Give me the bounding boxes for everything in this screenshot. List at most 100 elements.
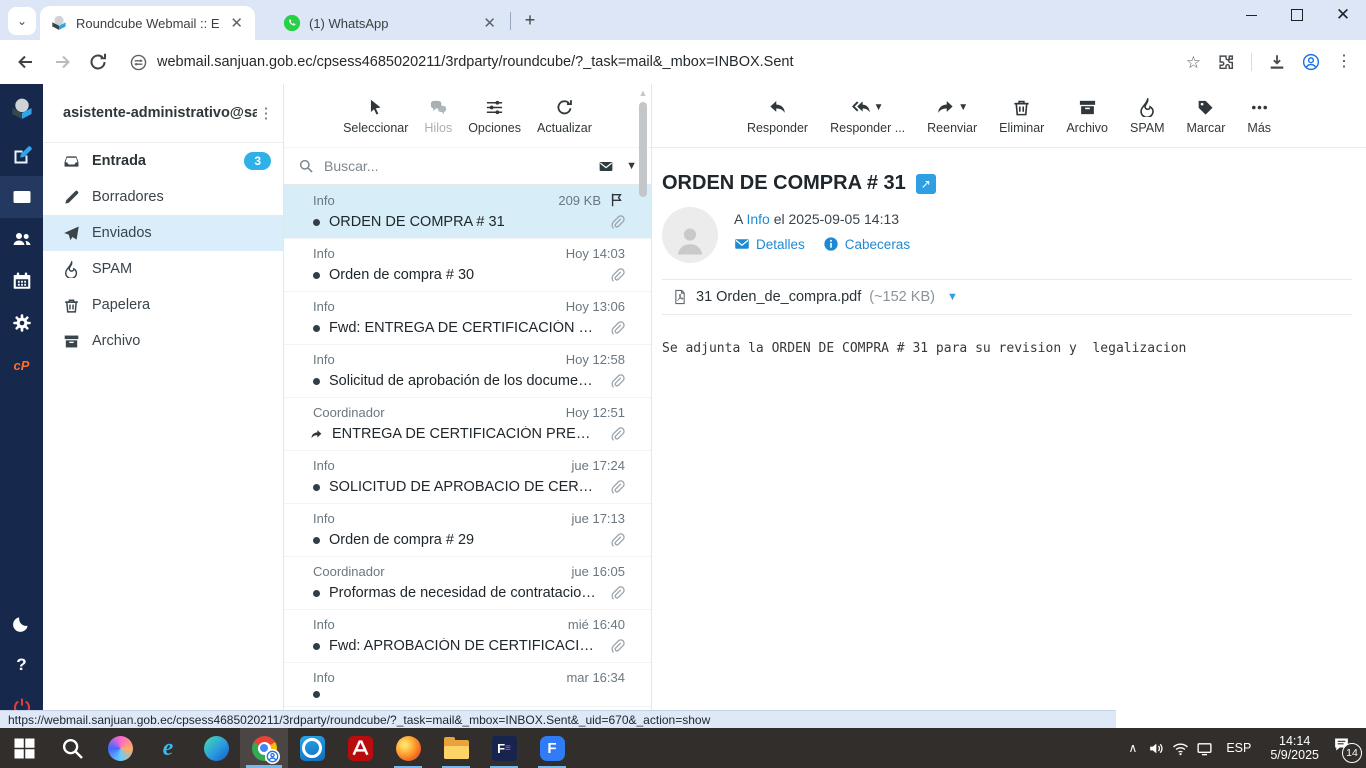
scrollbar-thumb[interactable] bbox=[639, 102, 647, 197]
mail-toolbar-trash[interactable]: Eliminar bbox=[991, 94, 1052, 139]
mail-toolbar-dots[interactable]: Más bbox=[1239, 94, 1279, 139]
attachment-menu-icon[interactable]: ▼ bbox=[947, 291, 958, 303]
search-options-chevron-icon[interactable]: ▼ bbox=[626, 160, 637, 172]
clock[interactable]: 14:14 5/9/2025 bbox=[1264, 734, 1325, 762]
message-list-item[interactable]: Info Hoy 13:06 Fwd: ENTREGA DE CERTIFICACI… bbox=[284, 292, 651, 345]
mail-toolbar-tag[interactable]: Marcar bbox=[1179, 94, 1234, 139]
taskbar-copilot[interactable] bbox=[96, 728, 144, 768]
search-input[interactable]: Buscar... bbox=[324, 158, 586, 174]
open-in-new-window-icon[interactable]: ↗ bbox=[915, 173, 936, 194]
mail-toolbar-forward[interactable]: ▼ Reenviar bbox=[919, 94, 985, 139]
message-list-item[interactable]: Coordinador Hoy 12:51 ENTREGA DE CERTIFICA… bbox=[284, 398, 651, 451]
keyboard-language[interactable]: ESP bbox=[1220, 741, 1257, 755]
dropdown-caret-icon[interactable]: ▼ bbox=[874, 102, 884, 113]
scroll-up-icon[interactable]: ▲ bbox=[637, 88, 649, 98]
message-from: Info bbox=[313, 352, 335, 367]
folder-label: Papelera bbox=[92, 297, 151, 313]
extensions-icon[interactable] bbox=[1217, 53, 1235, 71]
mail-toolbar-archive[interactable]: Archivo bbox=[1058, 94, 1116, 139]
close-button[interactable]: ✕ bbox=[1320, 0, 1366, 30]
dots-icon bbox=[1250, 98, 1269, 117]
notification-center[interactable]: 14 bbox=[1332, 736, 1362, 763]
rail-dark-mode[interactable] bbox=[0, 602, 43, 644]
bookmark-icon[interactable]: ☆ bbox=[1186, 54, 1201, 71]
taskbar-edge[interactable] bbox=[192, 728, 240, 768]
tab-close-icon[interactable]: ✕ bbox=[228, 14, 245, 32]
sidebar-folder-archivo[interactable]: Archivo bbox=[43, 323, 283, 359]
new-tab-button[interactable]: + bbox=[517, 7, 543, 33]
unread-dot-icon bbox=[313, 691, 320, 698]
list-toolbar-opciones[interactable]: Opciones bbox=[462, 94, 527, 139]
details-toggle[interactable]: Detalles bbox=[734, 236, 805, 252]
list-toolbar-seleccionar[interactable]: Seleccionar bbox=[337, 94, 414, 139]
minimize-button[interactable] bbox=[1228, 0, 1274, 30]
sidebar-folder-papelera[interactable]: Papelera bbox=[43, 287, 283, 323]
message-list-item[interactable]: Info jue 17:13 Orden de compra # 29 bbox=[284, 504, 651, 557]
taskbar-forms-app[interactable]: F bbox=[528, 728, 576, 768]
list-scrollbar[interactable]: ▲ ▼ bbox=[637, 88, 649, 724]
account-menu-icon[interactable]: ⋮ bbox=[257, 104, 275, 122]
rail-compose[interactable] bbox=[0, 134, 43, 176]
profile-icon[interactable] bbox=[1302, 53, 1320, 71]
unread-badge: 3 bbox=[244, 152, 271, 170]
message-list-item[interactable]: Info mié 16:40 Fwd: APROBACIÓN DE CERTIFIC… bbox=[284, 610, 651, 663]
flag-icon[interactable] bbox=[609, 192, 625, 208]
sidebar-folder-spam[interactable]: SPAM bbox=[43, 251, 283, 287]
taskbar-outlook[interactable] bbox=[288, 728, 336, 768]
taskbar-feo-app[interactable]: F ≡ bbox=[480, 728, 528, 768]
sidebar-folder-entrada[interactable]: Entrada 3 bbox=[43, 143, 283, 179]
rail-calendar[interactable] bbox=[0, 260, 43, 302]
message-subject: Fwd: APROBACIÓN DE CERTIFICACIÓN PRE... bbox=[329, 638, 600, 654]
message-list-item[interactable]: Info mar 16:34 bbox=[284, 663, 651, 707]
attachment-clip-icon bbox=[609, 267, 625, 283]
recipient-link[interactable]: Info bbox=[746, 211, 769, 227]
back-icon[interactable] bbox=[16, 52, 36, 72]
taskbar-start[interactable] bbox=[0, 728, 48, 768]
taskbar-internet-explorer[interactable]: e bbox=[144, 728, 192, 768]
headers-toggle[interactable]: Cabeceras bbox=[823, 236, 910, 252]
rail-cpanel[interactable]: cP bbox=[0, 344, 43, 386]
mail-toolbar-replyall[interactable]: ▼ Responder ... bbox=[822, 94, 913, 139]
tab-search-button[interactable]: ⌄ bbox=[8, 7, 36, 35]
list-toolbar-actualizar[interactable]: Actualizar bbox=[531, 94, 598, 139]
message-list-item[interactable]: Info jue 17:24 SOLICITUD DE APROBACIO DE C… bbox=[284, 451, 651, 504]
message-list-item[interactable]: Info Hoy 14:03 Orden de compra # 30 bbox=[284, 239, 651, 292]
rail-mail[interactable] bbox=[0, 176, 43, 218]
mail-toolbar-fire[interactable]: SPAM bbox=[1122, 94, 1173, 139]
taskbar-firefox[interactable] bbox=[384, 728, 432, 768]
wifi-icon[interactable] bbox=[1172, 740, 1189, 757]
taskbar-chrome[interactable] bbox=[240, 728, 288, 768]
tab-roundcube[interactable]: Roundcube Webmail :: Enviados ✕ bbox=[40, 6, 255, 40]
message-list-item[interactable]: Coordinador jue 16:05 Proformas de necesid… bbox=[284, 557, 651, 610]
downloads-icon[interactable] bbox=[1268, 53, 1286, 71]
sender-block: A Info el 2025-09-05 14:13 Detalles Cabe… bbox=[662, 207, 1352, 263]
sidebar-folder-enviados[interactable]: Enviados bbox=[43, 215, 283, 251]
sidebar-folder-borradores[interactable]: Borradores bbox=[43, 179, 283, 215]
search-scope-mail-icon[interactable] bbox=[596, 159, 616, 174]
dropdown-caret-icon[interactable]: ▼ bbox=[958, 102, 968, 113]
taskbar-acrobat[interactable] bbox=[336, 728, 384, 768]
tray-expand-icon[interactable]: ∧ bbox=[1125, 741, 1142, 755]
taskbar-search[interactable] bbox=[48, 728, 96, 768]
tab-whatsapp[interactable]: (1) WhatsApp ✕ bbox=[273, 6, 508, 40]
volume-icon[interactable] bbox=[1148, 740, 1165, 757]
display-icon[interactable] bbox=[1196, 740, 1213, 757]
site-info-icon[interactable] bbox=[130, 54, 147, 71]
url-bar[interactable]: webmail.sanjuan.gob.ec/cpsess4685020211/… bbox=[157, 54, 1176, 70]
tab-close-icon[interactable]: ✕ bbox=[481, 14, 498, 32]
attachment-name[interactable]: 31 Orden_de_compra.pdf bbox=[696, 289, 861, 305]
browser-menu-icon[interactable]: ⋮ bbox=[1336, 54, 1352, 70]
restore-button[interactable] bbox=[1274, 0, 1320, 30]
message-list-item[interactable]: Info 209 KB ORDEN DE COMPRA # 31 bbox=[284, 185, 651, 239]
message-list-item[interactable]: Info Hoy 12:58 Solicitud de aprobación de … bbox=[284, 345, 651, 398]
taskbar-file-explorer[interactable] bbox=[432, 728, 480, 768]
mail-toolbar-reply[interactable]: Responder bbox=[739, 94, 816, 139]
reload-icon[interactable] bbox=[88, 52, 108, 72]
attachment-row[interactable]: 31 Orden_de_compra.pdf (~152 KB) ▼ bbox=[662, 279, 1352, 315]
list-toolbar-hilos[interactable]: Hilos bbox=[418, 94, 458, 139]
search-bar[interactable]: Buscar... ▼ bbox=[284, 147, 651, 185]
rail-help[interactable]: ? bbox=[0, 644, 43, 686]
forward-icon[interactable] bbox=[52, 52, 72, 72]
rail-settings[interactable] bbox=[0, 302, 43, 344]
rail-contacts[interactable] bbox=[0, 218, 43, 260]
